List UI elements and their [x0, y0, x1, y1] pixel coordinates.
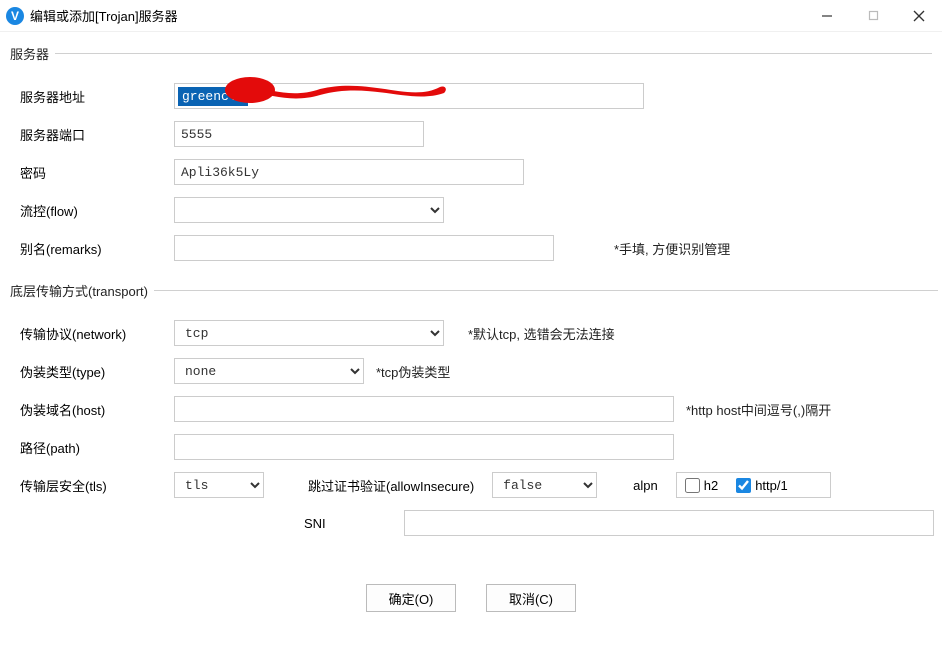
content-area: 服务器 服务器地址 greenclo 服务器端口 — [0, 32, 942, 624]
label-password: 密码 — [14, 163, 174, 182]
hint-remarks: *手填, 方便识别管理 — [614, 239, 730, 258]
hint-network: *默认tcp, 选错会无法连接 — [468, 324, 615, 343]
network-select[interactable]: tcp — [174, 320, 444, 346]
row-type: 伪装类型(type) none *tcp伪装类型 — [10, 352, 938, 390]
allow-insecure-select[interactable]: false — [492, 472, 597, 498]
label-address: 服务器地址 — [14, 87, 174, 106]
maximize-icon — [868, 10, 879, 21]
window-title: 编辑或添加[Trojan]服务器 — [30, 6, 178, 25]
row-host: 伪装域名(host) *http host中间逗号(,)隔开 — [10, 390, 938, 428]
port-input[interactable] — [174, 121, 424, 147]
row-sni: SNI — [10, 504, 938, 542]
address-input-wrap: greenclo — [174, 83, 644, 109]
row-network: 传输协议(network) tcp *默认tcp, 选错会无法连接 — [10, 314, 938, 352]
row-tls: 传输层安全(tls) tls 跳过证书验证(allowInsecure) fal… — [10, 466, 938, 504]
server-group-legend: 服务器 — [10, 44, 55, 63]
tls-select[interactable]: tls — [174, 472, 264, 498]
close-button[interactable] — [896, 0, 942, 32]
hint-type: *tcp伪装类型 — [376, 362, 450, 381]
minimize-button[interactable] — [804, 0, 850, 32]
row-flow: 流控(flow) — [10, 191, 932, 229]
label-host: 伪装域名(host) — [14, 400, 174, 419]
maximize-button[interactable] — [850, 0, 896, 32]
label-type: 伪装类型(type) — [14, 362, 174, 381]
button-row: 确定(O) 取消(C) — [10, 556, 932, 624]
host-input[interactable] — [174, 396, 674, 422]
label-flow: 流控(flow) — [14, 201, 174, 220]
address-input[interactable] — [174, 83, 644, 109]
type-select[interactable]: none — [174, 358, 364, 384]
alpn-h2-label: h2 — [704, 478, 718, 493]
label-path: 路径(path) — [14, 438, 174, 457]
password-input[interactable] — [174, 159, 524, 185]
label-remarks: 别名(remarks) — [14, 239, 174, 258]
label-network: 传输协议(network) — [14, 324, 174, 343]
ok-button[interactable]: 确定(O) — [366, 584, 456, 612]
remarks-input[interactable] — [174, 235, 554, 261]
alpn-checkgroup: h2 http/1 — [676, 472, 831, 498]
close-icon — [913, 10, 925, 22]
row-path: 路径(path) — [10, 428, 938, 466]
alpn-h2-checkbox[interactable] — [685, 478, 700, 493]
label-allow-insecure: 跳过证书验证(allowInsecure) — [300, 476, 482, 495]
titlebar: V 编辑或添加[Trojan]服务器 — [0, 0, 942, 32]
row-remarks: 别名(remarks) *手填, 方便识别管理 — [10, 229, 932, 267]
app-icon: V — [6, 7, 24, 25]
cancel-button[interactable]: 取消(C) — [486, 584, 576, 612]
label-port: 服务器端口 — [14, 125, 174, 144]
hint-host: *http host中间逗号(,)隔开 — [686, 400, 831, 419]
row-password: 密码 — [10, 153, 932, 191]
row-port: 服务器端口 — [10, 115, 932, 153]
label-tls: 传输层安全(tls) — [14, 476, 174, 495]
flow-select[interactable] — [174, 197, 444, 223]
label-sni: SNI — [304, 516, 404, 531]
transport-group-legend: 底层传输方式(transport) — [10, 281, 154, 300]
alpn-http1-label: http/1 — [755, 478, 788, 493]
transport-group: 底层传输方式(transport) 传输协议(network) tcp *默认t… — [10, 281, 938, 548]
label-alpn: alpn — [625, 478, 666, 493]
row-address: 服务器地址 greenclo — [10, 77, 932, 115]
sni-input[interactable] — [404, 510, 934, 536]
minimize-icon — [821, 10, 833, 22]
alpn-http1-checkbox[interactable] — [736, 478, 751, 493]
path-input[interactable] — [174, 434, 674, 460]
server-group: 服务器 服务器地址 greenclo 服务器端口 — [10, 44, 932, 273]
